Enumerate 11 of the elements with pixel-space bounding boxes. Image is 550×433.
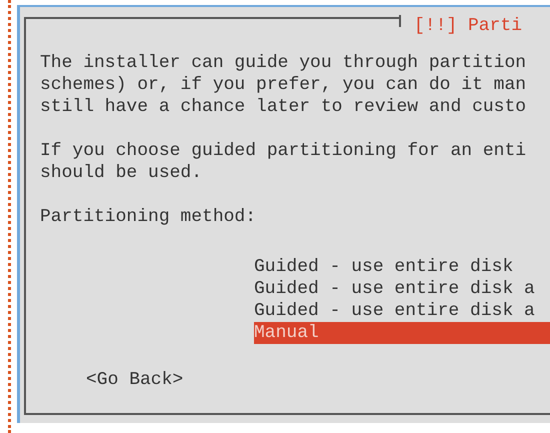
dialog-title: [!!] Parti (414, 15, 522, 37)
partitioning-prompt: Partitioning method: (40, 206, 258, 228)
description-line: should be used. (40, 162, 204, 184)
description-line: The installer can guide you through partition (40, 52, 528, 74)
description-line: still have a chance later to review and custo (40, 96, 528, 118)
partitioning-option[interactable]: Guided - use entire disk a (254, 300, 550, 322)
partitioning-option[interactable]: Guided - use entire disk a (254, 278, 550, 300)
partitioning-option[interactable]: Guided - use entire disk (254, 256, 550, 278)
description-line: If you choose guided partitioning for an enti (40, 140, 528, 162)
description-line: schemes) or, if you prefer, you can do it man (40, 74, 528, 96)
go-back-button[interactable]: <Go Back> (86, 369, 184, 391)
